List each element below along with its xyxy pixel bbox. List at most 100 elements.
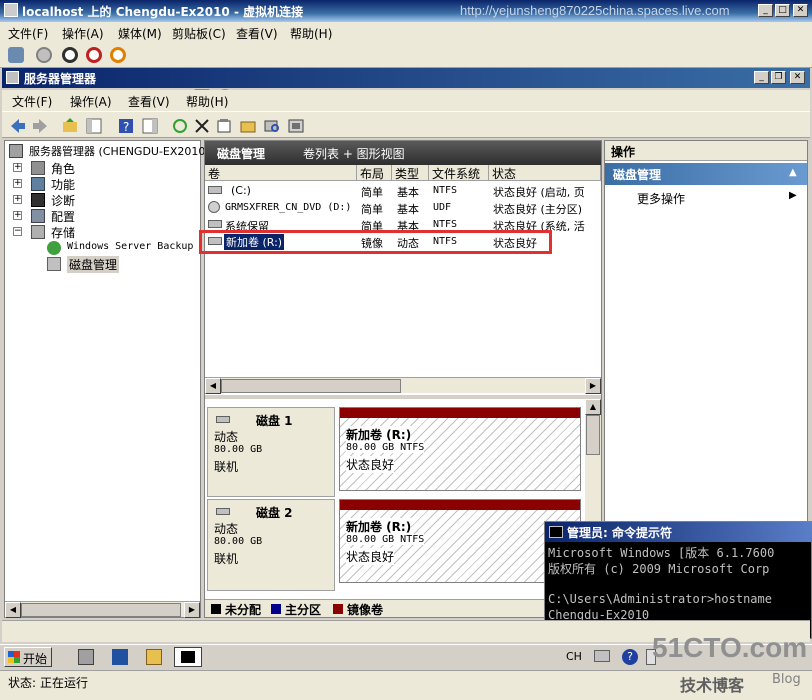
tree-horizontal-scrollbar[interactable]: ◀ ▶	[5, 601, 200, 618]
scroll-right-button[interactable]: ▶	[184, 602, 200, 618]
column-header-status[interactable]: 状态	[489, 165, 601, 181]
sm-close-button[interactable]: ✕	[790, 71, 805, 84]
sm-restore-button[interactable]: ❐	[771, 71, 786, 84]
up-folder-icon[interactable]	[60, 116, 78, 134]
tree-item-storage[interactable]: − 存储	[13, 224, 193, 240]
tree-item-features[interactable]: + 功能	[13, 176, 193, 192]
expand-icon[interactable]: +	[13, 211, 22, 220]
volume-name: GRMSXFRER_CN_DVD (D:)	[225, 202, 352, 213]
scroll-thumb[interactable]	[586, 415, 600, 455]
sm-minimize-button[interactable]: _	[754, 71, 769, 84]
help-icon[interactable]: ?	[116, 116, 134, 134]
table-row[interactable]: GRMSXFRER_CN_DVD (D:) 简单 基本 UDF 状态良好 (主分…	[205, 199, 601, 216]
partition-status: 状态良好	[346, 548, 395, 565]
column-header-type[interactable]: 类型	[392, 165, 429, 181]
collapse-up-icon[interactable]: ▲	[789, 167, 797, 178]
vm-menu-action[interactable]: 操作(A)	[62, 25, 104, 42]
forward-arrow-icon[interactable]	[30, 116, 48, 134]
watermark-url: http://yejunsheng870225china.spaces.live…	[460, 3, 730, 18]
sm-menu-action[interactable]: 操作(A)	[70, 93, 112, 110]
maximize-button[interactable]: □	[775, 4, 790, 17]
ctrl-alt-del-icon[interactable]	[8, 47, 24, 63]
start-button[interactable]: 开始	[4, 647, 52, 667]
actions-title: 操作	[611, 145, 636, 159]
disk-properties-icon[interactable]	[286, 116, 304, 134]
sm-menu-view[interactable]: 查看(V)	[128, 93, 170, 110]
expand-icon[interactable]: +	[13, 195, 22, 204]
tree-item-label: 磁盘管理	[67, 256, 120, 273]
keyboard-icon[interactable]	[594, 650, 610, 662]
vm-menu-help[interactable]: 帮助(H)	[290, 25, 332, 42]
open-folder-icon[interactable]	[238, 116, 256, 134]
cmd-icon	[549, 526, 563, 538]
powershell-task-icon[interactable]	[112, 649, 128, 665]
start-vm-icon[interactable]	[36, 47, 52, 63]
disk-kind: 动态	[214, 430, 239, 444]
partition-name: 新加卷 (R:)	[346, 426, 412, 443]
column-header-volume[interactable]: 卷	[205, 165, 357, 181]
volume-list-horizontal-scrollbar[interactable]: ◀ ▶	[205, 377, 601, 394]
actions-section[interactable]: 磁盘管理 ▲	[605, 163, 807, 185]
more-actions-item[interactable]: 更多操作 ▶	[605, 189, 807, 207]
disk-1-label[interactable]: 磁盘 1 动态 80.00 GB 联机	[207, 407, 335, 497]
status-label: 状态:	[8, 676, 37, 690]
vm-toolbar	[0, 42, 812, 105]
disk-2-label[interactable]: 磁盘 2 动态 80.00 GB 联机	[207, 499, 335, 591]
expand-icon[interactable]: +	[13, 163, 22, 172]
scroll-thumb[interactable]	[221, 379, 401, 393]
configuration-icon	[31, 209, 45, 223]
close-button[interactable]: ✕	[793, 4, 808, 17]
column-header-layout[interactable]: 布局	[357, 165, 392, 181]
sm-menu-file[interactable]: 文件(F)	[12, 93, 52, 110]
expand-icon[interactable]: +	[13, 179, 22, 188]
shutdown-icon[interactable]	[86, 47, 102, 63]
scroll-thumb[interactable]	[21, 603, 181, 617]
scroll-right-button[interactable]: ▶	[585, 378, 601, 394]
tree-item-diagnostics[interactable]: + 诊断	[13, 192, 193, 208]
vm-menu-bar: 文件(F) 操作(A) 媒体(M) 剪贴板(C) 查看(V) 帮助(H)	[0, 22, 812, 42]
table-row[interactable]: (C:) 简单 基本 NTFS 状态良好 (启动, 页	[205, 182, 601, 199]
vm-menu-clipboard[interactable]: 剪贴板(C)	[172, 25, 226, 42]
vm-menu-view[interactable]: 查看(V)	[236, 25, 278, 42]
cmd-task-button[interactable]	[174, 647, 202, 667]
save-state-icon[interactable]	[110, 47, 126, 63]
server-manager-icon	[6, 71, 19, 84]
properties-icon[interactable]	[214, 116, 232, 134]
vm-menu-media[interactable]: 媒体(M)	[118, 25, 162, 42]
actions-section-title: 磁盘管理	[613, 168, 662, 182]
server-manager-menu-bar: 文件(F) 操作(A) 查看(V) 帮助(H)	[2, 90, 810, 112]
refresh-icon[interactable]	[170, 116, 188, 134]
minimize-button[interactable]: _	[758, 4, 773, 17]
highlight-box	[199, 230, 552, 254]
partition-info: 新加卷 (R:) 80.00 GB NTFS 状态良好	[344, 422, 576, 488]
tree-item-roles[interactable]: + 角色	[13, 160, 193, 176]
console-tree: 服务器管理器 (CHENGDU-EX2010 + 角色 + 功能 + 诊断 + …	[4, 140, 205, 618]
delete-icon[interactable]	[192, 116, 210, 134]
disk-management-header: 磁盘管理 卷列表 + 图形视图	[205, 141, 601, 165]
collapse-icon[interactable]: −	[13, 227, 22, 236]
legend-swatch-unallocated	[211, 604, 221, 614]
search-disk-icon[interactable]	[262, 116, 280, 134]
svg-text:?: ?	[123, 120, 129, 134]
turn-off-icon[interactable]	[62, 47, 78, 63]
vm-menu-file[interactable]: 文件(F)	[8, 25, 48, 42]
disk-1-partition[interactable]: 新加卷 (R:) 80.00 GB NTFS 状态良好	[339, 407, 581, 491]
header-views: 卷列表 + 图形视图	[303, 147, 405, 161]
disk-size: 80.00 GB	[214, 444, 263, 455]
features-icon	[31, 177, 45, 191]
console-tree-icon[interactable]	[84, 116, 102, 134]
tree-item-configuration[interactable]: + 配置	[13, 208, 193, 224]
help-circle-icon[interactable]: ?	[622, 649, 638, 665]
language-indicator[interactable]: CH	[566, 650, 582, 663]
scroll-left-button[interactable]: ◀	[5, 602, 21, 618]
scroll-left-button[interactable]: ◀	[205, 378, 221, 394]
back-arrow-icon[interactable]	[8, 116, 26, 134]
explorer-task-icon[interactable]	[146, 649, 162, 665]
cmd-title-bar: 管理员: 命令提示符	[545, 522, 812, 542]
scroll-up-button[interactable]: ▲	[585, 399, 601, 415]
column-header-filesystem[interactable]: 文件系统	[429, 165, 489, 181]
sm-menu-help[interactable]: 帮助(H)	[186, 93, 228, 110]
action-pane-icon[interactable]	[140, 116, 158, 134]
server-manager-task-icon[interactable]	[78, 649, 94, 665]
start-label: 开始	[23, 652, 48, 666]
